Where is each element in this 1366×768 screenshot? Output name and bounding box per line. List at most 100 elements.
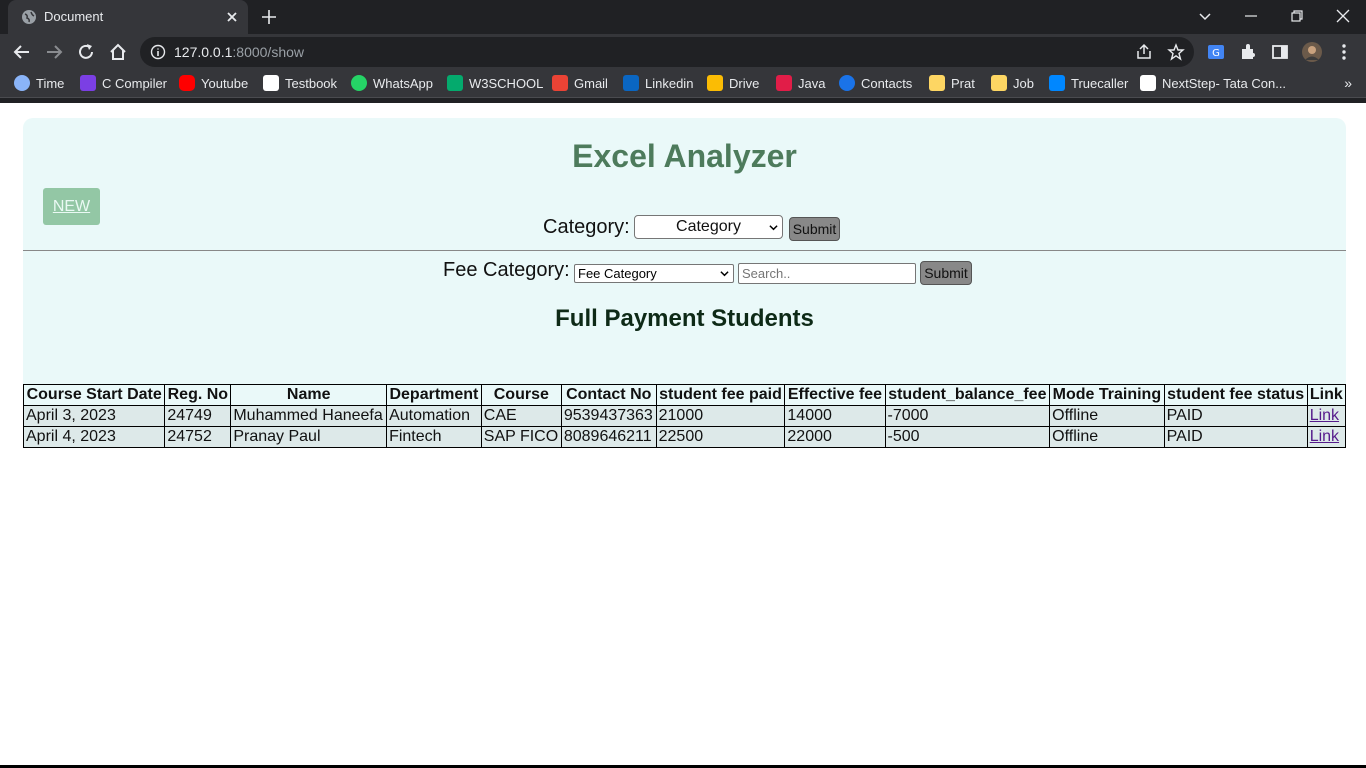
table-cell: 24749 bbox=[164, 405, 232, 427]
bookmark-star-icon[interactable] bbox=[1167, 43, 1185, 61]
close-window-icon[interactable] bbox=[1333, 6, 1353, 26]
minimize-icon[interactable] bbox=[1241, 6, 1261, 26]
more-bookmarks-icon[interactable]: » bbox=[1344, 75, 1352, 91]
side-panel-icon[interactable] bbox=[1270, 42, 1290, 62]
bookmark-gmail[interactable]: Gmail bbox=[552, 75, 608, 93]
table-cell: Offline bbox=[1049, 426, 1165, 448]
table-cell: PAID bbox=[1163, 426, 1308, 448]
category-select-value: Category bbox=[676, 218, 741, 235]
w3school-icon bbox=[447, 75, 463, 91]
table-cell: 22000 bbox=[784, 426, 886, 448]
bookmark-linkedin[interactable]: Linkedin bbox=[623, 75, 693, 93]
column-header: Name bbox=[230, 384, 388, 406]
bookmark-contacts[interactable]: Contacts bbox=[839, 75, 912, 93]
bookmark-java[interactable]: Java bbox=[776, 75, 825, 93]
bookmark-label: Time bbox=[36, 76, 65, 91]
tab-title: Document bbox=[44, 9, 104, 24]
section-title: Full Payment Students bbox=[555, 305, 814, 332]
fee-category-select[interactable]: Fee Category bbox=[574, 264, 734, 283]
fee-category-select-value: Fee Category bbox=[578, 266, 657, 281]
time-icon bbox=[14, 75, 30, 91]
bookmark-label: C Compiler bbox=[102, 76, 168, 91]
testbook-icon bbox=[263, 75, 279, 91]
bookmark-prat[interactable]: Prat bbox=[929, 75, 975, 93]
row-link[interactable]: Link bbox=[1310, 407, 1339, 424]
bookmark-label: NextStep- Tata Con... bbox=[1162, 76, 1287, 91]
table-cell: SAP FICO bbox=[480, 426, 562, 448]
bookmark-w3school[interactable]: W3SCHOOL bbox=[447, 75, 543, 93]
c-compiler-icon bbox=[80, 75, 96, 91]
browser-tab[interactable]: Document bbox=[8, 0, 248, 34]
linkedin-icon bbox=[623, 75, 639, 91]
column-header: Department bbox=[386, 384, 482, 406]
column-header: Reg. No bbox=[164, 384, 232, 406]
youtube-icon bbox=[179, 75, 195, 91]
bookmark-nextstep[interactable]: NextStep- Tata Con... bbox=[1140, 75, 1286, 93]
tcs-icon bbox=[1140, 75, 1156, 91]
table-cell: 14000 bbox=[784, 405, 886, 427]
bookmark-label: Java bbox=[798, 76, 826, 91]
bookmark-label: Prat bbox=[951, 76, 975, 91]
forward-arrow-icon[interactable] bbox=[44, 42, 64, 62]
profile-avatar-icon[interactable] bbox=[1302, 42, 1322, 62]
table-cell: 8089646211 bbox=[560, 426, 657, 448]
share-icon[interactable] bbox=[1135, 43, 1153, 61]
row-link[interactable]: Link bbox=[1310, 428, 1339, 445]
table-cell: April 4, 2023 bbox=[22, 426, 166, 448]
translate-icon[interactable]: G bbox=[1206, 42, 1226, 62]
table-cell: 24752 bbox=[164, 426, 232, 448]
address-bar[interactable]: 127.0.0.1:8000/show bbox=[140, 37, 1194, 67]
divider bbox=[23, 250, 1346, 251]
column-header: Mode Training bbox=[1049, 384, 1165, 406]
bookmark-truecaller[interactable]: Truecaller bbox=[1049, 75, 1128, 93]
svg-text:G: G bbox=[1212, 48, 1220, 59]
whatsapp-icon bbox=[351, 75, 367, 91]
extensions-icon[interactable] bbox=[1238, 42, 1258, 62]
fee-category-label: Fee Category: bbox=[443, 259, 570, 281]
url-text: 127.0.0.1:8000/show bbox=[174, 44, 304, 60]
contacts-icon bbox=[839, 75, 855, 91]
browser-chrome-border bbox=[0, 98, 1366, 103]
bookmark-youtube[interactable]: Youtube bbox=[179, 75, 248, 93]
table-cell: 21000 bbox=[655, 405, 786, 427]
fee-submit-button[interactable]: Submit bbox=[920, 261, 972, 285]
table-cell: 9539437363 bbox=[560, 405, 657, 427]
category-submit-button[interactable]: Submit bbox=[789, 217, 840, 241]
url-host: 127.0.0.1 bbox=[174, 44, 233, 60]
bookmark-drive[interactable]: Drive bbox=[707, 75, 759, 93]
category-select[interactable]: Category bbox=[634, 215, 783, 239]
bookmark-label: W3SCHOOL bbox=[469, 76, 544, 91]
bookmark-testbook[interactable]: Testbook bbox=[263, 75, 337, 93]
column-header: student_balance_fee bbox=[884, 384, 1051, 406]
browser-toolbar: 127.0.0.1:8000/show G bbox=[0, 34, 1366, 70]
reload-icon[interactable] bbox=[76, 42, 96, 62]
table-cell: Pranay Paul bbox=[230, 426, 388, 448]
close-tab-icon[interactable] bbox=[224, 9, 240, 25]
search-input[interactable]: Search.. bbox=[738, 263, 916, 284]
new-button[interactable]: NEW bbox=[43, 188, 100, 225]
bookmark-job[interactable]: Job bbox=[991, 75, 1034, 93]
truecaller-icon bbox=[1049, 75, 1065, 91]
bookmark-label: Drive bbox=[729, 76, 760, 91]
menu-kebab-icon[interactable] bbox=[1334, 42, 1354, 62]
home-icon[interactable] bbox=[108, 42, 128, 62]
bookmark-whatsapp[interactable]: WhatsApp bbox=[351, 75, 433, 93]
table-row: April 3, 2023 24749 Muhammed Haneefa Aut… bbox=[22, 405, 1347, 427]
bookmark-label: Truecaller bbox=[1071, 76, 1129, 91]
folder-icon bbox=[929, 75, 945, 91]
table-cell: Muhammed Haneefa bbox=[230, 405, 388, 427]
site-info-icon[interactable] bbox=[150, 44, 166, 60]
back-arrow-icon[interactable] bbox=[12, 42, 32, 62]
restore-icon[interactable] bbox=[1287, 6, 1307, 26]
bookmark-time[interactable]: Time bbox=[14, 75, 64, 93]
column-header: student fee paid bbox=[655, 384, 786, 406]
drive-icon bbox=[707, 75, 723, 91]
browser-tab-strip: Document bbox=[0, 0, 1366, 34]
page-title: Excel Analyzer bbox=[572, 138, 797, 174]
bookmark-label: Testbook bbox=[285, 76, 338, 91]
new-tab-icon[interactable] bbox=[260, 8, 278, 26]
table-cell: Automation bbox=[386, 405, 482, 427]
tab-search-icon[interactable] bbox=[1195, 6, 1215, 26]
table-cell: 22500 bbox=[655, 426, 786, 448]
bookmark-c-compiler[interactable]: C Compiler bbox=[80, 75, 167, 93]
